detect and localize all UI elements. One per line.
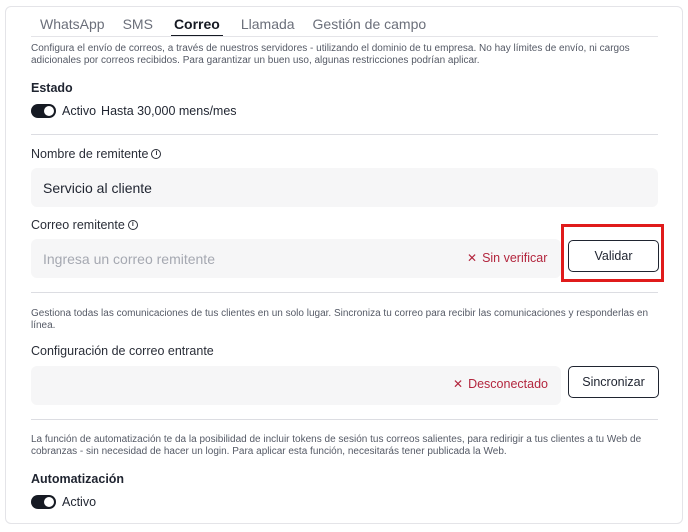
section-divider bbox=[31, 419, 658, 420]
toggle-knob bbox=[44, 497, 54, 507]
estado-limit: Hasta 30,000 mens/mes bbox=[101, 104, 237, 118]
sender-email-status: ✕ Sin verificar bbox=[467, 251, 547, 265]
tab-gestion-de-campo[interactable]: Gestión de campo bbox=[313, 11, 427, 37]
incoming-status-text: Desconectado bbox=[468, 377, 548, 391]
estado-row: Activo Hasta 30,000 mens/mes bbox=[31, 104, 237, 118]
automation-title: Automatización bbox=[31, 472, 125, 486]
sender-name-label-row: Nombre de remitente i bbox=[31, 147, 162, 161]
sender-email-status-text: Sin verificar bbox=[482, 251, 548, 265]
tab-correo[interactable]: Correo bbox=[170, 11, 223, 37]
automation-status: Activo bbox=[62, 495, 97, 509]
tabs-divider bbox=[31, 36, 658, 37]
tab-llamada[interactable]: Llamada bbox=[241, 11, 295, 37]
email-description: Configura el envío de correos, a través … bbox=[31, 43, 630, 66]
close-x-icon: ✕ bbox=[453, 377, 464, 391]
estado-status: Activo bbox=[62, 104, 97, 118]
section-divider bbox=[31, 292, 658, 293]
incoming-label: Configuración de correo entrante bbox=[31, 344, 214, 358]
highlight-box bbox=[561, 224, 664, 282]
info-icon[interactable]: i bbox=[127, 220, 138, 230]
section-divider bbox=[31, 134, 658, 135]
estado-toggle[interactable] bbox=[31, 104, 56, 118]
sender-name-label: Nombre de remitente bbox=[31, 147, 149, 161]
sender-name-value: Servicio al cliente bbox=[43, 179, 152, 196]
info-icon[interactable]: i bbox=[151, 149, 162, 159]
toggle-knob bbox=[44, 106, 54, 116]
close-x-icon: ✕ bbox=[467, 251, 478, 265]
sender-name-field[interactable]: Servicio al cliente bbox=[31, 168, 658, 207]
estado-title: Estado bbox=[31, 81, 73, 95]
automation-row: Activo bbox=[31, 495, 96, 509]
sender-email-label-row: Correo remitente i bbox=[31, 218, 138, 232]
incoming-status: ✕ Desconectado bbox=[453, 377, 548, 391]
incoming-description: Gestiona todas las comunicaciones de tus… bbox=[31, 308, 649, 331]
tab-sms[interactable]: SMS bbox=[123, 11, 153, 37]
automation-description: La función de automatización te da la po… bbox=[31, 434, 642, 457]
sender-email-input[interactable] bbox=[43, 250, 423, 267]
sync-button[interactable]: Sincronizar bbox=[568, 366, 659, 398]
automation-toggle[interactable] bbox=[31, 495, 56, 509]
channel-tabs: WhatsApp SMS Correo Llamada Gestión de c… bbox=[31, 11, 444, 37]
sender-email-label: Correo remitente bbox=[31, 218, 125, 232]
tab-whatsapp[interactable]: WhatsApp bbox=[40, 11, 105, 37]
